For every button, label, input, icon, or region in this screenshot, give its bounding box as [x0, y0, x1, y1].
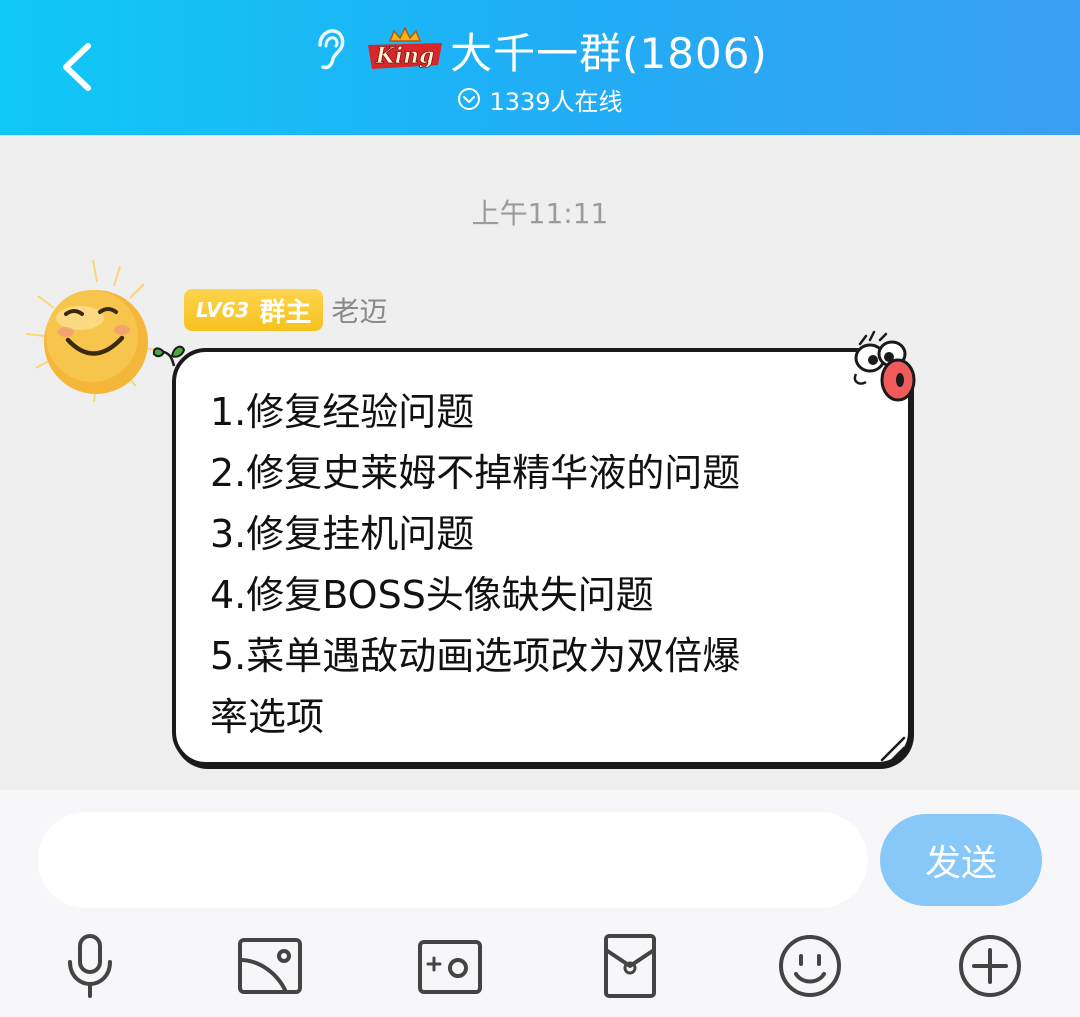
- group-title: 大千一群(1806): [450, 28, 768, 78]
- level-badge: LV63 群主: [184, 289, 324, 331]
- chevron-down-circle-icon: [458, 88, 481, 110]
- chat-header: King 大千一群(1806) 1339人在线: [0, 0, 1080, 135]
- message-bubble[interactable]: 1.修复经验问题 2.修复史莱姆不掉精华液的问题 3.修复挂机问题 4.修复BO…: [172, 348, 912, 766]
- sprout-decoration-icon: [152, 345, 186, 367]
- svg-text:King: King: [375, 43, 435, 69]
- message-timestamp: 上午11:11: [471, 197, 609, 230]
- composer: 发送: [0, 790, 1080, 1017]
- ear-icon[interactable]: [312, 27, 346, 73]
- camera-icon[interactable]: [414, 930, 486, 1002]
- microphone-icon[interactable]: [54, 930, 126, 1002]
- send-button[interactable]: 发送: [880, 814, 1042, 906]
- online-status[interactable]: 1339人在线: [0, 82, 1080, 116]
- online-count: 1339人在线: [489, 87, 623, 116]
- message-line: 5.菜单遇敌动画选项改为双倍爆: [210, 634, 741, 678]
- role-text: 群主: [259, 297, 312, 328]
- emoji-icon[interactable]: [774, 930, 846, 1002]
- bird-decoration-icon: [853, 330, 916, 402]
- bubble-corner-decoration: [880, 736, 906, 762]
- message-line: 率选项: [210, 695, 325, 739]
- message-input[interactable]: [38, 812, 868, 908]
- sender-name[interactable]: 老迈: [331, 290, 387, 330]
- sun-smiley-avatar[interactable]: [18, 256, 168, 406]
- message-line: 4.修复BOSS头像缺失问题: [210, 573, 654, 617]
- title-row[interactable]: King 大千一群(1806): [0, 22, 1080, 78]
- message-line: 1.修复经验问题: [210, 390, 475, 434]
- plus-icon[interactable]: [954, 930, 1026, 1002]
- message-line: 3.修复挂机问题: [210, 512, 475, 556]
- level-text: LV63: [196, 298, 250, 322]
- message-text: 1.修复经验问题 2.修复史莱姆不掉精华液的问题 3.修复挂机问题 4.修复BO…: [210, 382, 890, 748]
- message-line: 2.修复史莱姆不掉精华液的问题: [210, 451, 741, 495]
- sender-row: LV63 群主 老迈: [184, 288, 387, 332]
- image-icon[interactable]: [234, 930, 306, 1002]
- king-logo: King: [368, 26, 443, 69]
- composer-toolbar: [0, 920, 1080, 1010]
- red-packet-icon[interactable]: [594, 930, 666, 1002]
